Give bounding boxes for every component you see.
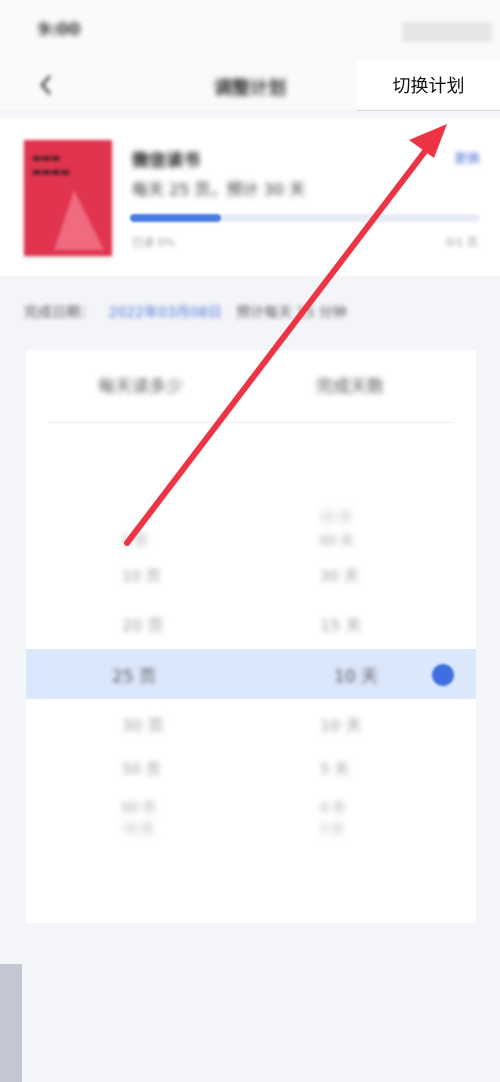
completion-date-row: 完成日期： 2022年03月08日 预计每天 15 分钟	[24, 302, 347, 322]
picker-header-pages: 每天读多少	[98, 377, 183, 397]
cover-text: ▬▬▬ ▬▬▬▬	[32, 153, 70, 178]
progress-label: 已读 0%	[132, 236, 175, 249]
picker-row-pages: 20 页	[122, 616, 164, 635]
book-plan-summary: 每天 25 页，预计 30 天	[132, 180, 306, 199]
picker-row-days: 4 天	[320, 801, 346, 816]
selected-pages: 25 页	[112, 667, 157, 687]
picker-row-days: 15 天	[320, 616, 362, 635]
progress-count: 0/1 页	[445, 236, 478, 249]
picker-selected-row[interactable]	[26, 649, 476, 699]
book-title: 微信读书	[132, 151, 200, 171]
picker-divider	[48, 422, 454, 423]
picker-row-days: 15 天	[320, 510, 352, 524]
book-card: ▬▬▬ ▬▬▬▬ 微信读书 每天 25 页，预计 30 天 更换 已读 0% 0/…	[0, 118, 500, 276]
status-time: 9:00	[38, 20, 81, 40]
book-cover[interactable]: ▬▬▬ ▬▬▬▬	[24, 140, 112, 256]
reading-progress-fill	[130, 214, 221, 222]
picker-row-days: 10 天	[320, 716, 362, 735]
change-book-link[interactable]: 更换	[454, 148, 480, 167]
picker-row-pages: 60 页	[122, 801, 156, 816]
picker-row-pages: 50 页	[122, 760, 161, 778]
picker-row-pages: 30 页	[122, 716, 164, 735]
picker-row-days: 5 天	[320, 760, 350, 778]
reading-progress-bar	[130, 214, 480, 222]
picker-header-days: 完成天数	[316, 377, 384, 397]
status-bar: 9:00	[0, 0, 500, 60]
daily-time-note: 预计每天 15 分钟	[236, 305, 347, 321]
picker-row-pages: 5 页	[122, 534, 148, 549]
completion-date: 2022年03月08日	[108, 305, 222, 321]
cover-illustration	[54, 190, 104, 250]
picker-row-days: 3 天	[320, 822, 344, 836]
picker-row-days: 60 天	[320, 534, 354, 549]
selected-days: 10 天	[334, 667, 379, 687]
picker-row-pages: 70 页	[122, 822, 154, 836]
picker-row-pages: 10 页	[122, 567, 161, 585]
switch-plan-button[interactable]: 切换计划	[357, 60, 500, 111]
status-icons	[402, 22, 492, 42]
plan-picker[interactable]: 每天读多少 完成天数 15 天 5 页 60 天 10 页 30 天 20 页 15 天 30…	[26, 350, 476, 923]
check-icon	[432, 664, 454, 686]
completion-date-label: 完成日期：	[24, 305, 94, 321]
side-edge	[0, 964, 22, 1082]
picker-row-days: 30 天	[320, 567, 359, 585]
